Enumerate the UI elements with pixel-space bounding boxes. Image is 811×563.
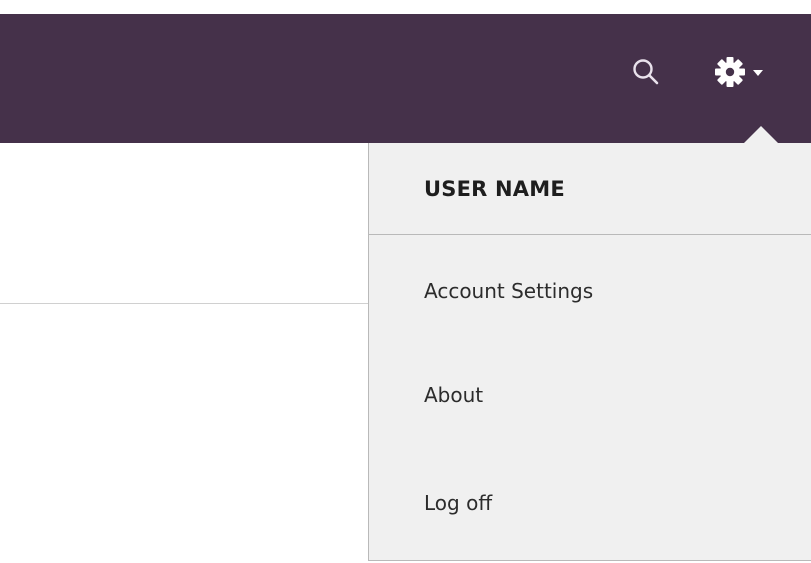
content-divider	[0, 303, 370, 304]
search-button[interactable]	[630, 56, 664, 90]
menu-item-about[interactable]: About	[369, 353, 811, 443]
menu-item-label: Log off	[424, 491, 493, 515]
menu-user-header: USER NAME	[369, 143, 811, 235]
menu-item-log-off[interactable]: Log off	[369, 461, 811, 551]
settings-menu-button[interactable]	[708, 52, 768, 92]
page: USER NAME Account Settings About Log off	[0, 0, 811, 563]
menu-item-label: About	[424, 383, 484, 407]
user-dropdown-menu: USER NAME Account Settings About Log off	[368, 143, 811, 561]
menu-pointer	[744, 126, 778, 143]
top-header-bar	[0, 14, 811, 143]
menu-item-account-settings[interactable]: Account Settings	[369, 247, 811, 337]
search-icon	[633, 59, 659, 85]
user-name-label: USER NAME	[424, 177, 565, 201]
menu-item-label: Account Settings	[424, 279, 594, 303]
gear-icon	[715, 57, 745, 87]
top-strip	[0, 0, 811, 14]
caret-down-icon	[753, 70, 763, 76]
